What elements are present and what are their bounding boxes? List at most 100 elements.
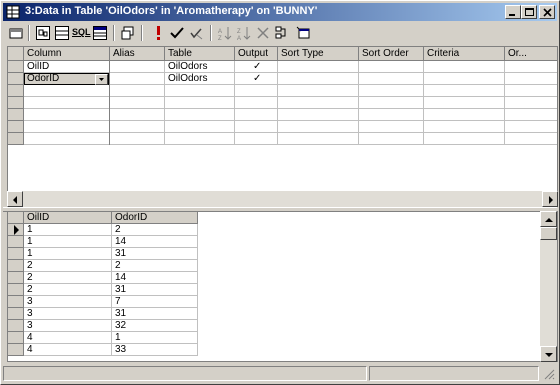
row-selector[interactable]	[8, 133, 24, 145]
oilid-cell[interactable]: 2	[24, 284, 112, 296]
col-header-criteria[interactable]: Criteria	[424, 47, 505, 61]
column-cell: OdorID	[27, 73, 60, 84]
query-window: 3:Data in Table 'OilOdors' in 'Aromather…	[0, 0, 560, 385]
row-selector[interactable]	[8, 344, 24, 356]
scroll-thumb[interactable]	[540, 227, 557, 240]
col-header-sort-type[interactable]: Sort Type	[278, 47, 359, 61]
table-window-icon	[6, 5, 20, 19]
oilid-cell[interactable]: 3	[24, 296, 112, 308]
row-selector[interactable]	[8, 224, 24, 236]
odorid-cell[interactable]: 2	[112, 224, 198, 236]
arrow-right-icon	[549, 196, 553, 204]
odorid-cell[interactable]: 31	[112, 248, 198, 260]
remove-filter-button[interactable]	[254, 24, 272, 42]
check-button[interactable]	[187, 24, 205, 42]
row-selector[interactable]	[8, 97, 24, 109]
odorid-cell[interactable]: 33	[112, 344, 198, 356]
table-cell[interactable]: OilOdors	[168, 61, 207, 73]
results-pane-button[interactable]	[91, 24, 109, 42]
criteria-horizontal-scrollbar[interactable]	[7, 191, 558, 207]
row-selector[interactable]	[8, 260, 24, 272]
odorid-cell[interactable]: 14	[112, 236, 198, 248]
odorid-cell[interactable]: 7	[112, 296, 198, 308]
arrow-up-icon	[545, 218, 553, 222]
odorid-cell[interactable]: 31	[112, 308, 198, 320]
col-header-column[interactable]: Column	[24, 47, 110, 61]
row-selector[interactable]	[8, 272, 24, 284]
oilid-cell[interactable]: 1	[24, 236, 112, 248]
oilid-cell[interactable]: 3	[24, 308, 112, 320]
verify-sql-button[interactable]	[168, 24, 186, 42]
row-selector[interactable]	[8, 73, 24, 85]
table-cell[interactable]: OilOdors	[168, 73, 207, 85]
scroll-down-button[interactable]	[540, 346, 557, 362]
sql-pane-button[interactable]: SQL	[72, 24, 91, 42]
oilid-cell[interactable]: 3	[24, 320, 112, 332]
odorid-cell[interactable]: 1	[112, 332, 198, 344]
close-button[interactable]	[539, 5, 555, 19]
sql-pane-icon: SQL	[72, 27, 91, 37]
oilid-cell[interactable]: 2	[24, 260, 112, 272]
resize-grip-icon[interactable]	[543, 368, 555, 380]
add-table-button[interactable]	[294, 24, 312, 42]
results-grid[interactable]: OilID OdorID 1 2 1 14 1 31 2 2 2 14 2 31 3 7 3 31 3 32 4 1 4…	[7, 211, 558, 362]
odorid-cell[interactable]: 2	[112, 260, 198, 272]
oilid-cell[interactable]: 1	[24, 248, 112, 260]
output-checkbox[interactable]: ✓	[253, 61, 261, 73]
chevron-down-icon	[99, 78, 104, 81]
row-selector[interactable]	[8, 308, 24, 320]
row-selector[interactable]	[8, 85, 24, 97]
column-dropdown-button[interactable]	[95, 74, 108, 85]
run-button[interactable]	[149, 24, 167, 42]
row-selector[interactable]	[8, 296, 24, 308]
scroll-right-button[interactable]	[542, 191, 558, 207]
grid-pane-button[interactable]	[53, 24, 71, 42]
minimize-button[interactable]	[505, 5, 521, 19]
run-icon	[157, 26, 160, 40]
row-selector[interactable]	[8, 109, 24, 121]
minimize-icon	[509, 14, 515, 16]
row-selector[interactable]	[8, 284, 24, 296]
row-selector[interactable]	[8, 61, 24, 73]
row-selector[interactable]	[8, 332, 24, 344]
col-header-odorid[interactable]: OdorID	[112, 212, 198, 224]
oilid-cell[interactable]: 4	[24, 332, 112, 344]
status-bar	[3, 365, 557, 382]
col-header-table[interactable]: Table	[165, 47, 235, 61]
grid-line	[8, 96, 557, 97]
row-selector[interactable]	[8, 320, 24, 332]
row-selector[interactable]	[8, 236, 24, 248]
column-cell[interactable]: OilID	[27, 61, 49, 73]
row-selector[interactable]	[8, 248, 24, 260]
grid-line	[8, 120, 557, 121]
odorid-cell[interactable]: 31	[112, 284, 198, 296]
col-header-alias[interactable]: Alias	[110, 47, 165, 61]
criteria-grid[interactable]: Column Alias Table Output Sort Type Sort…	[7, 46, 558, 202]
odorid-cell[interactable]: 32	[112, 320, 198, 332]
diagram-pane-button[interactable]	[34, 24, 52, 42]
group-by-button[interactable]	[273, 24, 291, 42]
col-header-or[interactable]: Or...	[505, 47, 557, 61]
oilid-cell[interactable]: 4	[24, 344, 112, 356]
grid-line	[164, 61, 165, 145]
grid-line	[8, 144, 557, 145]
title-bar[interactable]: 3:Data in Table 'OilOdors' in 'Aromather…	[3, 3, 557, 21]
maximize-button[interactable]	[521, 5, 537, 19]
row-selector[interactable]	[8, 121, 24, 133]
scroll-up-button[interactable]	[540, 211, 557, 227]
col-header-sort-order[interactable]: Sort Order	[359, 47, 424, 61]
sort-ascending-button[interactable]: AZ	[216, 24, 234, 42]
scroll-left-button[interactable]	[7, 191, 23, 207]
odorid-cell[interactable]: 14	[112, 272, 198, 284]
column-combobox[interactable]: OdorID	[24, 73, 109, 85]
col-header-output[interactable]: Output	[235, 47, 278, 61]
col-header-oilid[interactable]: OilID	[24, 212, 112, 224]
oilid-cell[interactable]: 2	[24, 272, 112, 284]
sort-descending-button[interactable]: ZA	[235, 24, 253, 42]
results-vertical-scrollbar[interactable]	[540, 211, 557, 362]
output-checkbox[interactable]: ✓	[253, 73, 261, 85]
oilid-cell[interactable]: 1	[24, 224, 112, 236]
sort-asc-icon: AZ	[218, 27, 232, 40]
query-table-button[interactable]	[7, 24, 25, 42]
change-query-type-button[interactable]	[119, 24, 137, 42]
